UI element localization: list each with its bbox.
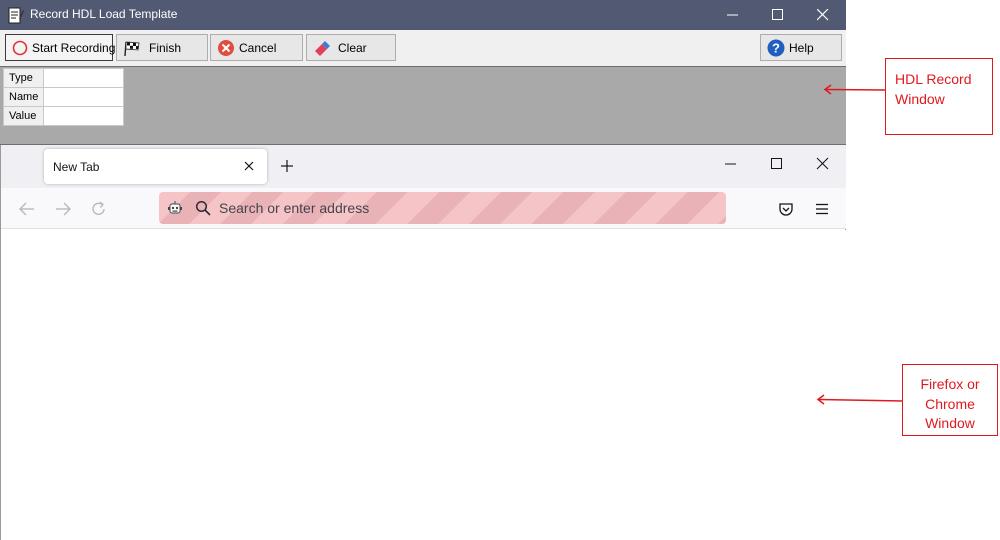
minimize-icon xyxy=(727,14,738,16)
hamburger-menu-icon[interactable] xyxy=(813,200,831,218)
table-row: Name xyxy=(2,87,125,107)
callout-line: Window xyxy=(925,415,975,431)
tab-new-tab[interactable]: New Tab xyxy=(44,149,267,184)
property-key: Name xyxy=(2,87,45,107)
cancel-icon xyxy=(218,40,234,56)
browser-close-icon[interactable] xyxy=(815,156,831,172)
cancel-label: Cancel xyxy=(239,41,277,55)
clear-label: Clear xyxy=(338,41,367,55)
close-icon xyxy=(817,9,829,21)
callout-line: Window xyxy=(895,91,945,107)
property-value[interactable] xyxy=(43,87,125,107)
help-icon: ? xyxy=(767,39,785,57)
callout-line: Firefox or xyxy=(920,376,980,392)
pocket-icon[interactable] xyxy=(777,200,795,218)
hdl-window-arrow xyxy=(823,84,887,95)
cancel-button[interactable]: Cancel xyxy=(210,34,303,61)
new-tab-plus-icon[interactable] xyxy=(279,158,295,174)
hdl-toolbar: Start Recording Finish Cancel Clear ? He… xyxy=(0,30,846,66)
callout-line: HDL Record xyxy=(895,71,972,87)
properties-table: Type Name Value xyxy=(2,68,125,126)
browser-window-arrow xyxy=(816,394,904,405)
finish-button[interactable]: Finish xyxy=(116,34,208,61)
eraser-icon xyxy=(315,41,330,56)
property-value[interactable] xyxy=(43,106,125,126)
checkered-flag-icon xyxy=(124,41,140,57)
clear-button[interactable]: Clear xyxy=(306,34,396,61)
property-key: Value xyxy=(2,106,45,126)
robot-icon xyxy=(168,201,182,214)
tab-strip: New Tab xyxy=(1,145,846,188)
finish-label: Finish xyxy=(149,41,182,55)
back-arrow-icon[interactable] xyxy=(18,200,36,218)
browser-maximize-icon[interactable] xyxy=(769,156,785,172)
start-recording-label: Start Recording xyxy=(32,41,116,55)
hdl-titlebar[interactable]: Record HDL Load Template xyxy=(0,0,846,30)
search-icon xyxy=(195,200,211,216)
navigation-toolbar xyxy=(1,188,846,229)
table-row: Type xyxy=(2,68,125,88)
close-button[interactable] xyxy=(800,0,846,30)
close-tab-icon[interactable] xyxy=(242,159,256,173)
property-key: Type xyxy=(2,68,45,88)
browser-window-callout: Firefox or Chrome Window xyxy=(902,364,998,436)
maximize-icon xyxy=(772,9,783,20)
callout-line: Chrome xyxy=(925,396,975,412)
page-content[interactable] xyxy=(1,230,846,540)
svg-text:?: ? xyxy=(772,41,780,56)
forward-arrow-icon[interactable] xyxy=(54,200,72,218)
minimize-button[interactable] xyxy=(710,0,756,30)
tab-label: New Tab xyxy=(53,160,100,174)
property-value[interactable] xyxy=(43,68,125,88)
reload-icon[interactable] xyxy=(90,200,108,218)
help-label: Help xyxy=(789,41,814,55)
search-input[interactable] xyxy=(219,196,699,220)
browser-window: New Tab xyxy=(0,145,846,540)
maximize-button[interactable] xyxy=(755,0,801,30)
properties-panel: Type Name Value xyxy=(0,66,846,145)
url-bar[interactable] xyxy=(159,192,726,224)
help-button[interactable]: ? Help xyxy=(760,34,842,61)
hdl-record-window: Record HDL Load Template Start Recording xyxy=(0,0,846,145)
table-row: Value xyxy=(2,106,125,126)
hdl-window-callout: HDL Record Window xyxy=(885,58,993,135)
browser-minimize-icon[interactable] xyxy=(723,156,739,172)
notepad-icon xyxy=(8,7,24,24)
record-icon xyxy=(12,40,28,56)
window-title: Record HDL Load Template xyxy=(30,7,178,21)
start-recording-button[interactable]: Start Recording xyxy=(5,34,116,61)
